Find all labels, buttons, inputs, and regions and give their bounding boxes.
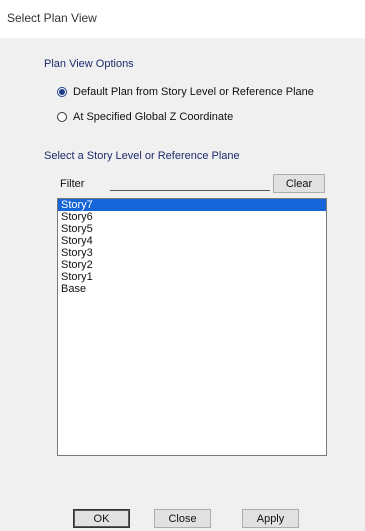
list-item-story6[interactable]: Story6 — [58, 211, 326, 223]
radio-default-plan-label: Default Plan from Story Level or Referen… — [73, 86, 314, 98]
list-item-base[interactable]: Base — [58, 283, 326, 295]
list-item-story1[interactable]: Story1 — [58, 271, 326, 283]
list-item-story3[interactable]: Story3 — [58, 247, 326, 259]
list-item-story5[interactable]: Story5 — [58, 223, 326, 235]
story-listbox[interactable]: Story7 Story6 Story5 Story4 Story3 Story… — [57, 198, 327, 456]
radio-global-z-indicator[interactable] — [57, 112, 67, 122]
filter-label: Filter — [60, 178, 85, 190]
ok-button[interactable]: OK — [73, 509, 130, 528]
list-item-story4[interactable]: Story4 — [58, 235, 326, 247]
select-plan-view-dialog: Select Plan View Plan View Options Defau… — [0, 0, 365, 531]
clear-button[interactable]: Clear — [273, 174, 325, 193]
list-item-story2[interactable]: Story2 — [58, 259, 326, 271]
title-bar[interactable]: Select Plan View — [0, 0, 365, 38]
radio-global-z[interactable]: At Specified Global Z Coordinate — [57, 111, 233, 123]
apply-button[interactable]: Apply — [242, 509, 299, 528]
plan-view-options-title: Plan View Options — [44, 58, 134, 70]
radio-default-plan[interactable]: Default Plan from Story Level or Referen… — [57, 86, 314, 98]
close-button[interactable]: Close — [154, 509, 211, 528]
list-item-story7[interactable]: Story7 — [58, 199, 326, 211]
radio-global-z-label: At Specified Global Z Coordinate — [73, 111, 234, 123]
story-list-title: Select a Story Level or Reference Plane — [44, 150, 240, 162]
window-title: Select Plan View — [7, 11, 97, 25]
filter-input[interactable] — [110, 176, 270, 191]
radio-default-plan-indicator[interactable] — [57, 87, 67, 97]
